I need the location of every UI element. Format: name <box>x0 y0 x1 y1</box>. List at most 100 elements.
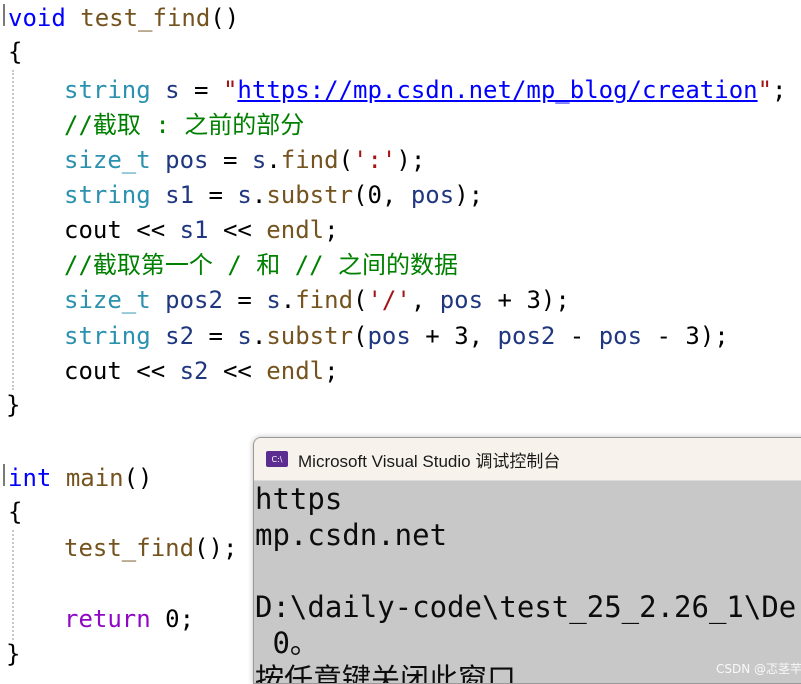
code-line: size_t pos = s.find(':'); <box>64 142 425 178</box>
keyword: return <box>64 605 151 633</box>
punctuation: . <box>251 322 267 350</box>
type-name: string <box>64 76 151 104</box>
variable: s2 <box>179 357 209 385</box>
variable: s1 <box>179 216 209 244</box>
code-line: return 0; <box>64 601 194 637</box>
punctuation: - 3); <box>642 322 729 350</box>
arguments: (0, <box>353 181 411 209</box>
punctuation: , <box>410 286 440 314</box>
console-line: 0。 <box>255 626 319 660</box>
variable: pos2 <box>497 322 556 350</box>
code-line: } <box>6 640 21 668</box>
punctuation: ); <box>454 181 484 209</box>
type-name: size_t <box>64 146 151 174</box>
variable: pos <box>439 286 484 314</box>
operator: = <box>194 181 238 209</box>
operator: = <box>194 322 238 350</box>
code-line: test_find(); <box>64 530 237 566</box>
url-link[interactable]: https://mp.csdn.net/mp_blog/creation <box>237 76 757 104</box>
variable: s1 <box>165 181 195 209</box>
string-literal: '/' <box>367 286 411 314</box>
collapse-marker[interactable] <box>3 464 5 486</box>
punctuation: . <box>251 181 267 209</box>
string-quote: " <box>757 76 773 104</box>
function-name: test_find <box>80 4 211 32</box>
code-line: string s1 = s.substr(0, pos); <box>64 177 483 213</box>
variable: s <box>237 322 252 350</box>
variable: s <box>251 146 267 174</box>
variable: s <box>266 286 281 314</box>
punctuation: 0; <box>150 605 195 633</box>
type-name: string <box>64 181 151 209</box>
keyword: int <box>8 464 52 492</box>
variable: pos <box>410 181 455 209</box>
punctuation: () <box>123 464 153 492</box>
console-line: https <box>255 482 343 516</box>
watermark: CSDN @忑茎芉 <box>715 662 801 676</box>
punctuation: ; <box>324 216 339 244</box>
punctuation: ( <box>338 146 354 174</box>
function-name: find <box>295 286 354 314</box>
punctuation: + 3); <box>483 286 570 314</box>
function-name: find <box>280 146 339 174</box>
string-quote: " <box>222 76 238 104</box>
function-name: test_find <box>64 534 195 562</box>
punctuation: ( <box>353 286 368 314</box>
console-title-bar[interactable]: C:\ Microsoft Visual Studio 调试控制台 <box>254 438 801 481</box>
function-name: substr <box>266 322 354 350</box>
punctuation: . <box>280 286 296 314</box>
keyword: void <box>8 4 66 32</box>
type-name: size_t <box>64 286 151 314</box>
punctuation: ); <box>396 146 426 174</box>
variable: s <box>237 181 252 209</box>
console-line: D:\daily-code\test_25_2.26_1\De <box>255 590 797 624</box>
operator: = <box>222 286 267 314</box>
variable: s2 <box>165 322 195 350</box>
operator: << <box>208 357 267 385</box>
function-name: endl <box>266 216 325 244</box>
operator: + 3, <box>410 322 498 350</box>
function-name: endl <box>266 357 325 385</box>
code-line: cout << s1 << endl; <box>64 212 339 248</box>
code-comment: //截取 : 之前的部分 <box>64 111 305 139</box>
code-line: { <box>8 38 23 66</box>
operator: << <box>208 216 267 244</box>
console-app-icon: C:\ <box>266 451 288 467</box>
code-line: void test_find() <box>8 0 239 36</box>
function-name: substr <box>266 181 354 209</box>
stream-output: cout << <box>64 357 180 385</box>
punctuation: ; <box>324 357 339 385</box>
code-line: } <box>6 391 21 419</box>
function-name: main <box>65 464 124 492</box>
code-line: int main() <box>8 460 153 496</box>
variable: pos <box>367 322 411 350</box>
console-line: mp.csdn.net <box>255 518 448 552</box>
variable: pos <box>165 146 209 174</box>
code-line: size_t pos2 = s.find('/', pos + 3); <box>64 282 570 318</box>
punctuation: (); <box>194 534 238 562</box>
punctuation: ; <box>772 76 787 104</box>
code-line: string s2 = s.substr(pos + 3, pos2 - pos… <box>64 318 729 354</box>
collapse-marker[interactable] <box>3 4 5 26</box>
variable: s <box>165 76 180 104</box>
operator: - <box>555 322 599 350</box>
punctuation: ( <box>353 322 368 350</box>
debug-console-window[interactable]: C:\ Microsoft Visual Studio 调试控制台 https m… <box>253 437 801 684</box>
console-title: Microsoft Visual Studio 调试控制台 <box>298 451 561 471</box>
punctuation: . <box>266 146 281 174</box>
indent-guide <box>12 530 14 640</box>
code-line: string s = "https://mp.csdn.net/mp_blog/… <box>64 72 787 108</box>
code-line: cout << s2 << endl; <box>64 353 339 389</box>
variable: pos <box>598 322 643 350</box>
type-name: string <box>64 322 151 350</box>
code-comment: //截取第一个 / 和 // 之间的数据 <box>64 251 459 279</box>
punctuation: () <box>210 4 240 32</box>
code-line: { <box>8 498 23 526</box>
string-literal: ':' <box>353 146 397 174</box>
console-output[interactable]: https mp.csdn.net D:\daily-code\test_25_2.… <box>254 481 801 683</box>
indent-guide <box>12 70 14 390</box>
operator: = <box>208 146 252 174</box>
variable: pos2 <box>165 286 223 314</box>
stream-output: cout << <box>64 216 180 244</box>
